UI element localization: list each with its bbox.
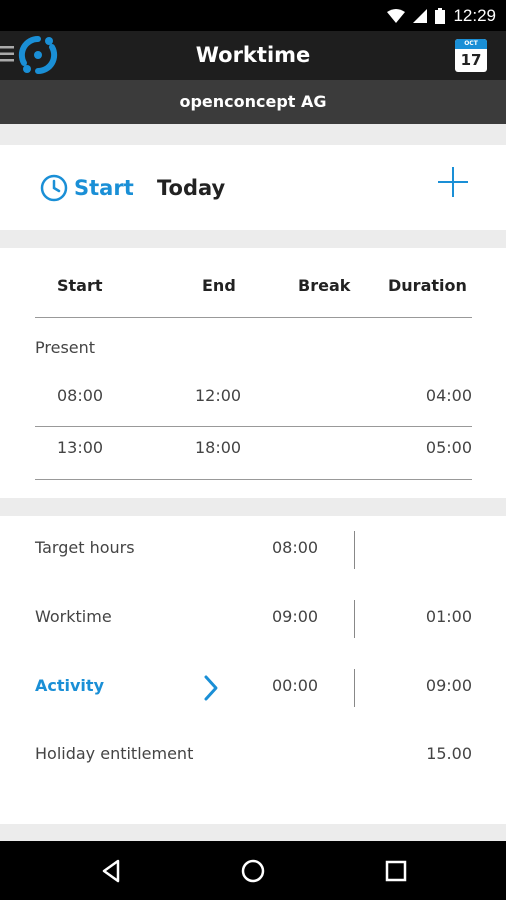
start-button[interactable]: Start — [40, 170, 134, 206]
clock-icon — [40, 174, 68, 202]
row-divider — [35, 426, 472, 427]
row-start: 13:00 — [57, 438, 104, 457]
summary-card: Target hours 08:00 Worktime 09:00 01:00 … — [0, 516, 506, 824]
row-duration: 05:00 — [425, 438, 472, 457]
target-hours-value: 08:00 — [272, 538, 319, 557]
column-divider — [354, 600, 355, 638]
entries-table: Start End Break Duration Present 08:00 1… — [0, 248, 506, 498]
calendar-icon[interactable]: OCT 17 — [455, 39, 487, 72]
column-divider — [354, 669, 355, 707]
column-header-start: Start — [57, 276, 103, 295]
target-hours-label: Target hours — [35, 538, 135, 557]
home-icon[interactable] — [237, 855, 269, 887]
add-entry-icon[interactable] — [436, 165, 470, 199]
worktime-value: 09:00 — [272, 607, 319, 626]
status-icons: 12:29 — [387, 0, 496, 31]
activity-diff: 09:00 — [425, 676, 472, 695]
calendar-month: OCT — [455, 39, 487, 49]
activity-value: 00:00 — [272, 676, 319, 695]
worktime-label: Worktime — [35, 607, 112, 626]
holiday-entitlement-value: 15.00 — [426, 744, 472, 763]
wifi-icon — [387, 8, 406, 23]
start-card: Start Today — [0, 145, 506, 230]
activity-link[interactable]: Activity — [35, 676, 104, 695]
row-duration: 04:00 — [425, 386, 472, 405]
column-divider — [354, 531, 355, 569]
battery-icon — [435, 7, 446, 24]
row-end: 18:00 — [195, 438, 242, 457]
start-label: Start — [74, 176, 134, 200]
system-navigation-bar — [0, 841, 506, 900]
signal-icon — [413, 8, 428, 23]
today-label: Today — [157, 176, 226, 200]
status-bar: 12:29 — [0, 0, 506, 31]
company-name: openconcept AG — [0, 80, 506, 124]
page-title: Worktime — [195, 43, 311, 67]
back-icon[interactable] — [96, 855, 128, 887]
calendar-day: 17 — [460, 51, 482, 69]
group-label: Present — [35, 338, 96, 357]
holiday-entitlement-label: Holiday entitlement — [35, 744, 194, 763]
row-start: 08:00 — [57, 386, 104, 405]
row-end: 12:00 — [195, 386, 242, 405]
column-header-break: Break — [298, 276, 351, 295]
column-header-end: End — [202, 276, 236, 295]
header-divider — [35, 317, 472, 318]
app-bar: Worktime OCT 17 — [0, 31, 506, 80]
recent-apps-icon[interactable] — [380, 855, 412, 887]
column-header-duration: Duration — [388, 276, 467, 295]
worktime-diff: 01:00 — [425, 607, 472, 626]
status-clock: 12:29 — [453, 5, 496, 25]
row-divider — [35, 479, 472, 480]
chevron-right-icon[interactable] — [203, 674, 219, 702]
